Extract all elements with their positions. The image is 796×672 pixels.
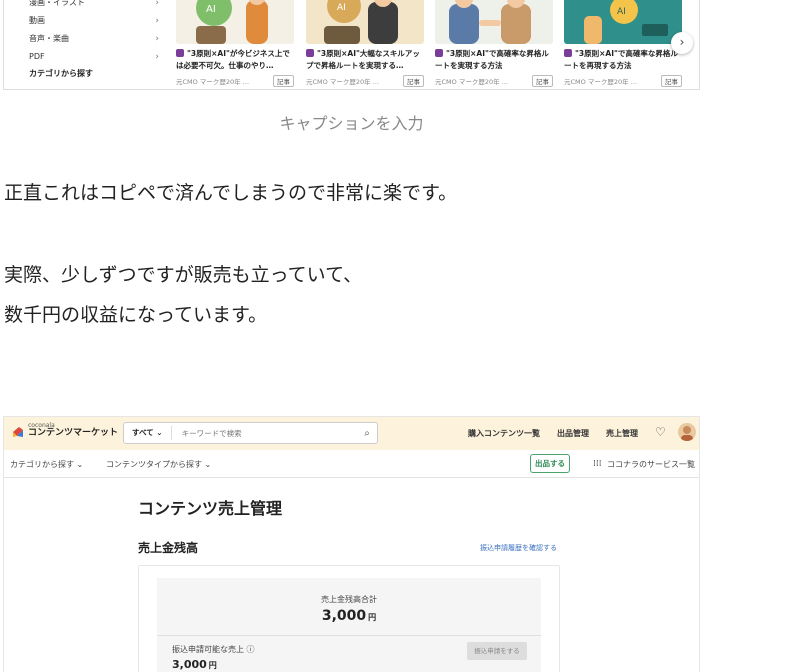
chevron-right-icon: › <box>155 0 159 8</box>
card-title: "3原則×AI"大幅なスキルアップで昇格ルートを実現する… <box>306 49 420 70</box>
card-thumbnail: AI <box>176 0 294 44</box>
carousel-next-icon[interactable]: › <box>671 32 693 54</box>
body-paragraph: 数千円の収益になっています。 <box>4 304 268 326</box>
divider <box>157 635 541 636</box>
sub-navigation: カテゴリから探す ⌄ コンテンツタイプから探す ⌄ 出品する ⁞⁞⁞ ココナラの… <box>4 450 699 478</box>
logo-icon <box>11 424 25 438</box>
search-input[interactable] <box>171 428 357 438</box>
content-card[interactable]: "3原則×AI"で高確率な昇格ルートを実現する方法 元CMO マーク歴20年 …… <box>435 0 553 87</box>
body-paragraph: 実際、少しずつですが販売も立っていて、 <box>4 264 363 286</box>
category-item[interactable]: PDF › <box>29 48 159 66</box>
search-icon[interactable]: ⌕ <box>357 428 377 439</box>
category-label: 音声・楽曲 <box>29 34 69 43</box>
site-logo[interactable]: coconala コンテンツマーケット <box>11 423 118 438</box>
thumbnail-illustration: AI <box>324 0 398 44</box>
card-author: 元CMO マーク歴20年 … <box>306 78 380 86</box>
article-badge: 記事 <box>403 75 424 87</box>
available-sales-label: 振込申請可能な売上 ⓘ <box>172 645 255 654</box>
card-meta: 元CMO マーク歴20年 … 記事 <box>435 75 553 87</box>
total-balance-label: 売上金残高合計 <box>321 595 377 604</box>
embedded-content-screenshot: 漫画・イラスト › 動画 › 音声・楽曲 › PDF › カテゴリから探す AI "3原… <box>3 0 700 90</box>
category-item[interactable]: 動画 › <box>29 12 159 30</box>
article-badge: 記事 <box>273 75 294 87</box>
card-title: "3原則×AI"が今ビジネス上では必要不可欠。仕事のやり… <box>176 49 290 70</box>
card-meta: 元CMO マーク歴20年 … 記事 <box>564 75 682 87</box>
card-author: 元CMO マーク歴20年 … <box>435 78 509 86</box>
article-badge: 記事 <box>661 75 682 87</box>
page: 漫画・イラスト › 動画 › 音声・楽曲 › PDF › カテゴリから探す AI "3原… <box>0 0 796 672</box>
category-label: PDF <box>29 52 45 61</box>
author-icon <box>176 49 184 57</box>
author-icon <box>435 49 443 57</box>
chevron-right-icon: › <box>155 34 159 44</box>
card-meta: 元CMO マーク歴20年 … 記事 <box>176 75 294 87</box>
svg-text:AI: AI <box>617 7 626 17</box>
chevron-right-icon: › <box>155 52 159 62</box>
sales-management-screenshot: coconala コンテンツマーケット すべて ⌄ ⌕ 購入コンテンツ一覧 出品… <box>3 416 700 672</box>
logo-name: コンテンツマーケット <box>28 428 119 438</box>
category-label: 動画 <box>29 16 45 25</box>
card-author: 元CMO マーク歴20年 … <box>564 78 638 86</box>
services-list-link[interactable]: ココナラのサービス一覧 <box>607 459 695 470</box>
image-caption-input[interactable]: キャプションを入力 <box>0 110 703 134</box>
nav-listing-management[interactable]: 出品管理 <box>557 428 589 439</box>
transfer-history-link[interactable]: 振込申請履歴を確認する <box>480 543 557 553</box>
card-meta: 元CMO マーク歴20年 … 記事 <box>306 75 424 87</box>
category-item[interactable]: 音声・楽曲 › <box>29 30 159 48</box>
category-dropdown[interactable]: カテゴリから探す ⌄ <box>10 459 83 470</box>
card-thumbnail: AI <box>306 0 424 44</box>
content-card[interactable]: AI "3原則×AI"が今ビジネス上では必要不可欠。仕事のやり… 元CMO マー… <box>176 0 294 87</box>
thumbnail-illustration: AI <box>196 0 268 44</box>
card-title: "3原則×AI"で高確率な昇格ルートを再現する方法 <box>564 49 678 70</box>
sell-button[interactable]: 出品する <box>530 454 570 473</box>
services-grid-icon: ⁞⁞⁞ <box>593 459 602 469</box>
site-header: coconala コンテンツマーケット すべて ⌄ ⌕ 購入コンテンツ一覧 出品… <box>4 417 699 450</box>
balance-card: 売上金残高合計 3,000 円 振込申請可能な売上 ⓘ 3,000 円 振込申請をす… <box>157 578 541 672</box>
content-card[interactable]: AI "3原則×AI"大幅なスキルアップで昇格ルートを実現する… 元CMO マー… <box>306 0 424 87</box>
user-avatar[interactable] <box>678 423 696 441</box>
card-thumbnail <box>435 0 553 44</box>
body-paragraph: 正直これはコピペで済んでしまうので非常に楽です。 <box>4 182 458 204</box>
nav-sales-management[interactable]: 売上管理 <box>606 428 638 439</box>
category-list: 漫画・イラスト › 動画 › 音声・楽曲 › PDF › カテゴリから探す <box>29 0 159 79</box>
chevron-right-icon: › <box>155 16 159 26</box>
svg-text:AI: AI <box>337 3 346 13</box>
card-thumbnail: AI <box>564 0 682 44</box>
page-title: コンテンツ売上管理 <box>138 499 283 518</box>
article-badge: 記事 <box>532 75 553 87</box>
total-balance-value: 3,000 円 <box>321 608 377 624</box>
author-icon <box>306 49 314 57</box>
balance-section-title: 売上金残高 <box>138 541 199 555</box>
available-sales-value: 3,000 円 <box>172 658 217 671</box>
card-author: 元CMO マーク歴20年 … <box>176 78 250 86</box>
favorite-heart-icon[interactable]: ♡ <box>655 425 666 439</box>
search-scope-select[interactable]: すべて ⌄ <box>124 426 172 440</box>
content-card[interactable]: AI "3原則×AI"で高確率な昇格ルートを再現する方法 元CMO マーク歴20… <box>564 0 682 87</box>
thumbnail-illustration: AI <box>584 0 668 44</box>
transfer-request-button[interactable]: 振込申請をする <box>467 642 527 660</box>
category-search-link[interactable]: カテゴリから探す <box>29 68 159 79</box>
card-title: "3原則×AI"で高確率な昇格ルートを実現する方法 <box>435 49 549 70</box>
category-item[interactable]: 漫画・イラスト › <box>29 0 159 12</box>
nav-purchased-contents[interactable]: 購入コンテンツ一覧 <box>468 428 540 439</box>
content-type-dropdown[interactable]: コンテンツタイプから探す ⌄ <box>106 459 211 470</box>
thumbnail-illustration <box>449 0 531 44</box>
balance-panel: 売上金残高合計 3,000 円 振込申請可能な売上 ⓘ 3,000 円 振込申請をす… <box>138 565 560 672</box>
search-bar: すべて ⌄ ⌕ <box>123 422 378 444</box>
category-label: 漫画・イラスト <box>29 0 85 7</box>
author-icon <box>564 49 572 57</box>
svg-text:AI: AI <box>206 4 216 15</box>
